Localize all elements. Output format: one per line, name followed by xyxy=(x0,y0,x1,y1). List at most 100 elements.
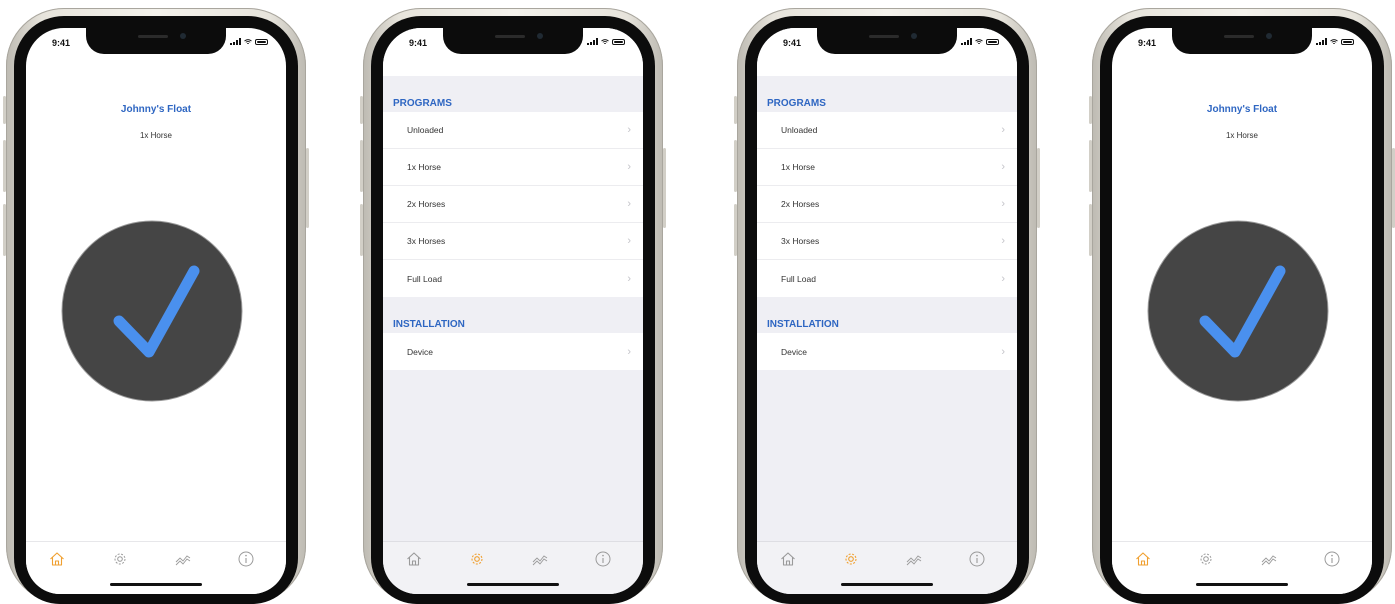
battery-icon xyxy=(612,38,625,45)
side-button xyxy=(3,96,6,124)
battery-icon xyxy=(1341,38,1354,45)
chevron-right-icon: › xyxy=(627,161,631,173)
signal-icon xyxy=(961,38,972,45)
home-screen: 9:41 Johnny's Float 1x Horse xyxy=(1112,28,1372,594)
settings-screen: 9:41 PROGRAMS Unloaded › 1x Horse › 2x Hor… xyxy=(383,28,643,594)
chevron-right-icon: › xyxy=(1001,272,1005,285)
list-item-label: Device xyxy=(781,346,807,357)
battery-icon xyxy=(986,38,999,45)
tab-settings[interactable] xyxy=(842,550,860,568)
home-indicator xyxy=(467,583,559,586)
program-subtitle: 1x Horse xyxy=(139,131,172,140)
list-item-label: Unloaded xyxy=(407,125,444,135)
tab-bar xyxy=(383,541,643,594)
page-title: Johnny's Float xyxy=(1206,104,1278,115)
list-item-3x-horses[interactable]: 3x Horses › xyxy=(757,223,1017,260)
side-button xyxy=(3,140,6,192)
tab-activity[interactable] xyxy=(174,550,192,568)
list-item-label: Unloaded xyxy=(781,125,818,135)
status-time: 9:41 xyxy=(409,38,428,48)
list-item-1x-horse[interactable]: 1x Horse › xyxy=(757,149,1017,186)
chevron-right-icon: › xyxy=(1001,345,1005,358)
list-item-1x-horse[interactable]: 1x Horse › xyxy=(383,149,643,186)
home-icon xyxy=(1136,552,1150,566)
tab-bar xyxy=(1112,541,1372,594)
tab-bar xyxy=(26,541,286,594)
phone-home-1: 9:41 Johnny's Float 1x Horse xyxy=(3,8,309,604)
tab-info[interactable] xyxy=(968,550,986,568)
chevron-right-icon: › xyxy=(1001,235,1005,247)
tab-info[interactable] xyxy=(237,550,255,568)
tab-info[interactable] xyxy=(1323,550,1341,568)
list-item-unloaded[interactable]: Unloaded › xyxy=(383,112,643,149)
list-item-device[interactable]: Device › xyxy=(757,333,1017,370)
tab-bar xyxy=(757,541,1017,594)
list-item-3x-horses[interactable]: 3x Horses › xyxy=(383,223,643,260)
side-button xyxy=(360,140,363,192)
page-title: Johnny's Float xyxy=(120,104,192,115)
tab-home[interactable] xyxy=(405,550,423,568)
home-indicator xyxy=(110,583,202,586)
tab-activity[interactable] xyxy=(905,550,923,568)
checkmark-icon xyxy=(1147,220,1329,402)
gear-icon xyxy=(114,553,126,565)
status-time: 9:41 xyxy=(783,38,802,48)
side-button xyxy=(306,148,309,228)
checkmark-icon xyxy=(61,220,243,402)
list-item-2x-horses[interactable]: 2x Horses › xyxy=(757,186,1017,223)
list-item-unloaded[interactable]: Unloaded › xyxy=(757,112,1017,149)
tab-home[interactable] xyxy=(48,550,66,568)
side-button xyxy=(734,96,737,124)
tab-settings[interactable] xyxy=(111,550,129,568)
settings-list: PROGRAMS Unloaded › 1x Horse › 2x Horses › … xyxy=(383,68,643,370)
list-item-label: 2x Horses xyxy=(781,199,820,209)
gear-icon xyxy=(1200,553,1212,565)
tab-info[interactable] xyxy=(594,550,612,568)
chevron-right-icon: › xyxy=(627,345,631,358)
side-button xyxy=(3,204,6,256)
signal-icon xyxy=(587,38,598,45)
tab-activity[interactable] xyxy=(1260,550,1278,568)
side-button xyxy=(1089,96,1092,124)
chevron-right-icon: › xyxy=(627,124,631,136)
wifi-icon xyxy=(244,38,252,44)
side-button xyxy=(734,204,737,256)
list-item-label: 1x Horse xyxy=(407,162,442,172)
battery-icon xyxy=(255,38,268,45)
chevron-right-icon: › xyxy=(627,272,631,285)
side-button xyxy=(1089,204,1092,256)
bezel: 9:41 Johnny's Float 1x Horse xyxy=(1100,16,1384,604)
tab-home[interactable] xyxy=(1134,550,1152,568)
tab-activity[interactable] xyxy=(531,550,549,568)
info-icon xyxy=(1324,551,1340,567)
bezel: 9:41 PROGRAMS Unloaded › 1x Horse › 2x Hor… xyxy=(745,16,1029,604)
programs-group: Unloaded › 1x Horse › 2x Horses › 3x Horses… xyxy=(383,112,643,297)
activity-icon xyxy=(1261,555,1277,566)
list-item-label: 3x Horses xyxy=(407,236,446,246)
activity-icon xyxy=(906,555,922,566)
bezel: 9:41 PROGRAMS Unloaded › 1x Horse › 2x Hor… xyxy=(371,16,655,604)
list-item-full-load[interactable]: Full Load › xyxy=(757,260,1017,297)
side-button xyxy=(1089,140,1092,192)
list-item-label: 2x Horses xyxy=(407,199,446,209)
tab-home[interactable] xyxy=(779,550,797,568)
bezel: 9:41 Johnny's Float 1x Horse xyxy=(14,16,298,604)
tab-settings[interactable] xyxy=(468,550,486,568)
side-button xyxy=(663,148,666,228)
programs-group: Unloaded › 1x Horse › 2x Horses › 3x Horses… xyxy=(757,112,1017,297)
side-button xyxy=(1037,148,1040,228)
list-item-device[interactable]: Device › xyxy=(383,333,643,370)
wifi-icon xyxy=(601,38,609,44)
chevron-right-icon: › xyxy=(627,198,631,210)
side-button xyxy=(360,204,363,256)
section-header-programs: PROGRAMS xyxy=(393,98,452,109)
notch xyxy=(1172,28,1312,54)
list-item-full-load[interactable]: Full Load › xyxy=(383,260,643,297)
list-item-label: 1x Horse xyxy=(781,162,816,172)
phone-home-2: 9:41 Johnny's Float 1x Horse xyxy=(1089,8,1395,604)
notch xyxy=(443,28,583,54)
list-item-2x-horses[interactable]: 2x Horses › xyxy=(383,186,643,223)
list-item-label: Full Load xyxy=(781,273,816,284)
tab-settings[interactable] xyxy=(1197,550,1215,568)
chevron-right-icon: › xyxy=(1001,198,1005,210)
